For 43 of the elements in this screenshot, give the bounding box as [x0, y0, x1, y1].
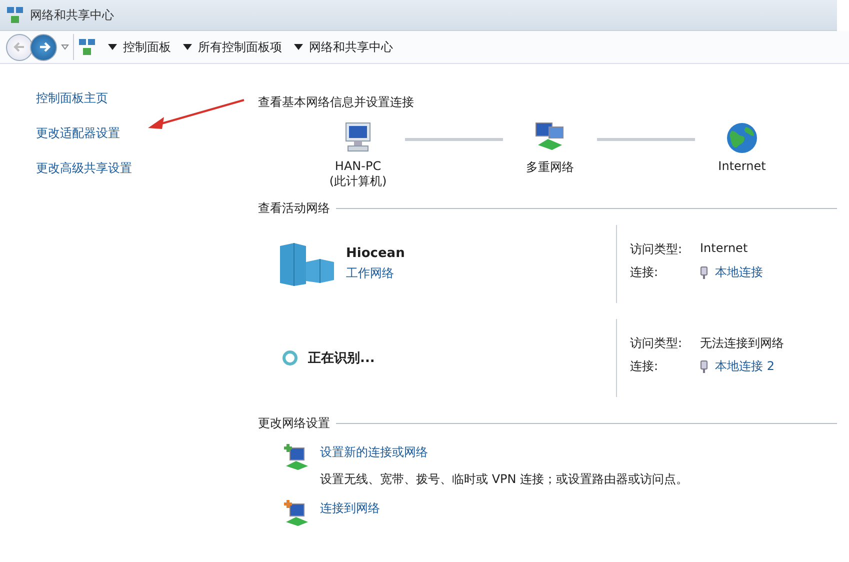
adapter-icon	[700, 360, 708, 374]
sidebar-link[interactable]: 控制面板主页	[36, 90, 258, 107]
window-title: 网络和共享中心	[30, 6, 114, 24]
network-name: 正在识别...	[308, 350, 375, 367]
address-field[interactable]: 控制面板 所有控制面板项 网络和共享中心	[73, 34, 849, 60]
field-label: 连接:	[630, 264, 660, 281]
forward-button[interactable]	[30, 34, 57, 60]
task-description: 设置无线、宽带、拨号、临时或 VPN 连接；或设置路由器或访问点。	[320, 471, 688, 488]
left-arrow-icon	[12, 40, 26, 54]
network-type-link[interactable]: 工作网络	[346, 265, 405, 282]
node-sublabel: (此计算机)	[329, 173, 387, 190]
task-link[interactable]: 连接到网络	[320, 500, 380, 517]
section-heading: 查看基本网络信息并设置连接	[258, 94, 415, 111]
connection-link[interactable]: 本地连接 2	[715, 358, 774, 375]
sidebar-link[interactable]: 更改高级共享设置	[36, 160, 258, 177]
network-icon	[6, 6, 24, 24]
node-label: Internet	[718, 159, 766, 173]
task-link[interactable]: 设置新的连接或网络	[320, 444, 688, 461]
connection-link[interactable]: 本地连接	[715, 264, 763, 281]
back-button[interactable]	[6, 34, 33, 60]
building-icon	[278, 242, 336, 286]
caret-icon	[108, 44, 117, 50]
network-name: Hiocean	[346, 246, 405, 261]
section-heading: 查看活动网络	[258, 200, 330, 217]
section-heading: 更改网络设置	[258, 415, 330, 432]
field-label: 连接:	[630, 358, 660, 375]
field-value: Internet	[700, 241, 748, 257]
breadcrumb-item[interactable]: 网络和共享中心	[309, 38, 393, 56]
node-label: HAN-PC	[334, 159, 382, 173]
sidebar-link[interactable]: 更改适配器设置	[36, 125, 258, 142]
dropdown-icon	[61, 44, 69, 50]
caret-icon	[294, 44, 303, 50]
adapter-icon	[700, 266, 708, 280]
caret-icon	[183, 44, 192, 50]
globe-icon	[724, 121, 760, 155]
network-icon	[78, 38, 96, 56]
loading-ring-icon	[282, 350, 298, 366]
breadcrumb-item[interactable]: 所有控制面板项	[198, 38, 282, 56]
field-label: 访问类型:	[630, 241, 684, 258]
node-label: 多重网络	[526, 159, 574, 176]
breadcrumb-item[interactable]: 控制面板	[123, 38, 171, 56]
field-label: 访问类型:	[630, 335, 684, 352]
field-value: 无法连接到网络	[700, 335, 784, 352]
